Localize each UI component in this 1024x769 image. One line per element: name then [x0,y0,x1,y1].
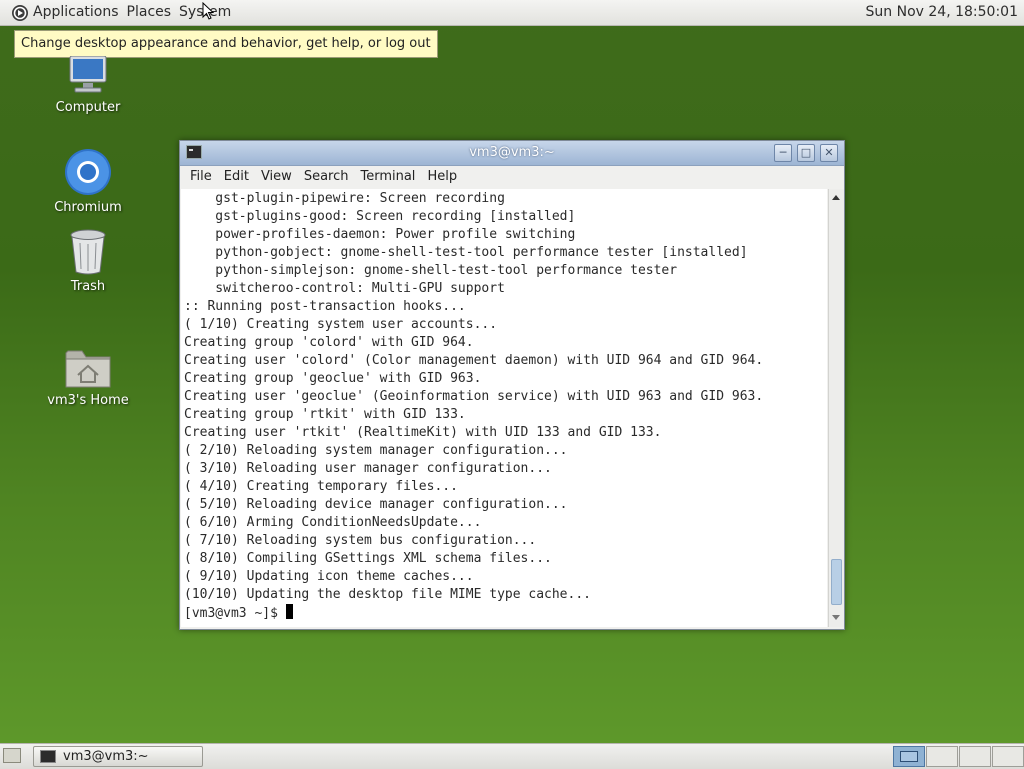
terminal-line: ( 9/10) Updating icon theme caches... [184,569,474,584]
applications-menu-label: Applications [33,4,119,20]
desktop-icon-label: Trash [70,279,106,294]
distro-logo-icon [12,4,28,21]
terminal-line: (10/10) Updating the desktop file MIME t… [184,587,591,602]
close-button[interactable]: ✕ [820,144,838,162]
desktop-icon-trash[interactable]: Trash [33,229,143,294]
terminal-prompt: [vm3@vm3 ~]$ [184,606,286,621]
taskbar-button-terminal[interactable]: vm3@vm3:~ [33,746,203,767]
terminal-line: ( 5/10) Reloading device manager configu… [184,497,568,512]
terminal-output[interactable]: gst-plugin-pipewire: Screen recording gs… [181,189,827,627]
chromium-icon [65,149,111,195]
terminal-icon [40,750,56,763]
workspace-4[interactable] [992,746,1024,767]
taskbar-button-label: vm3@vm3:~ [63,749,149,764]
terminal-text: gst-plugin-pipewire: Screen recording gs… [181,189,827,623]
terminal-line: switcheroo-control: Multi-GPU support [184,281,505,296]
window-title: vm3@vm3:~ [469,145,555,160]
terminal-line: gst-plugins-good: Screen recording [inst… [184,209,576,224]
terminal-line: gst-plugin-pipewire: Screen recording [184,191,505,206]
terminal-line: ( 1/10) Creating system user accounts... [184,317,498,332]
places-menu[interactable]: Places [123,0,176,25]
menu-file[interactable]: File [184,166,218,188]
desktop-icon-label: Chromium [54,200,122,215]
terminal-line: Creating user 'rtkit' (RealtimeKit) with… [184,425,662,440]
scroll-down-arrow-icon[interactable] [832,615,840,620]
window-titlebar[interactable]: vm3@vm3:~ ─ □ ✕ [180,141,844,166]
terminal-line: Creating user 'colord' (Color management… [184,353,764,368]
terminal-menubar: File Edit View Search Terminal Help [180,166,844,188]
terminal-line: power-profiles-daemon: Power profile swi… [184,227,576,242]
places-menu-label: Places [126,4,172,20]
scroll-up-arrow-icon[interactable] [832,195,840,200]
terminal-line: Creating user 'geoclue' (Geoinformation … [184,389,764,404]
terminal-line: ( 7/10) Reloading system bus configurati… [184,533,537,548]
terminal-scrollbar[interactable] [828,189,844,627]
terminal-window[interactable]: vm3@vm3:~ ─ □ ✕ File Edit View Search Te… [179,140,845,630]
terminal-line: :: Running post-transaction hooks... [184,299,466,314]
menu-terminal[interactable]: Terminal [354,166,421,188]
workspace-2[interactable] [926,746,958,767]
bottom-panel: vm3@vm3:~ [0,743,1024,769]
desktop-icon-computer[interactable]: Computer [33,56,143,115]
trash-icon [70,229,106,275]
top-panel: Applications Places System Sun Nov 24, 1… [0,0,1024,26]
terminal-line: Creating group 'colord' with GID 964. [184,335,474,350]
home-folder-icon [65,350,111,388]
desktop-icon-label: vm3's Home [47,393,129,408]
menu-help[interactable]: Help [421,166,463,188]
desktop-icon-label: Computer [55,100,121,115]
scrollbar-thumb[interactable] [831,559,842,605]
panel-clock[interactable]: Sun Nov 24, 18:50:01 [866,0,1018,25]
desktop-icon-chromium[interactable]: Chromium [33,148,143,215]
mouse-pointer-icon [202,2,214,20]
terminal-line: python-simplejson: gnome-shell-test-tool… [184,263,678,278]
terminal-line: ( 2/10) Reloading system manager configu… [184,443,568,458]
terminal-line: Creating group 'geoclue' with GID 963. [184,371,482,386]
menu-view[interactable]: View [255,166,298,188]
terminal-line: ( 6/10) Arming ConditionNeedsUpdate... [184,515,482,530]
text-cursor [285,604,293,619]
applications-menu[interactable]: Applications [0,0,123,25]
maximize-button[interactable]: □ [797,144,815,162]
terminal-line: ( 4/10) Creating temporary files... [184,479,458,494]
terminal-line: ( 3/10) Reloading user manager configura… [184,461,552,476]
terminal-line: Creating group 'rtkit' with GID 133. [184,407,466,422]
workspace-1[interactable] [893,746,925,767]
computer-icon [69,56,107,93]
terminal-line: python-gobject: gnome-shell-test-tool pe… [184,245,748,260]
terminal-line: ( 8/10) Compiling GSettings XML schema f… [184,551,552,566]
menu-search[interactable]: Search [298,166,355,188]
menu-edit[interactable]: Edit [218,166,255,188]
minimize-button[interactable]: ─ [774,144,792,162]
system-menu-tooltip: Change desktop appearance and behavior, … [14,30,438,58]
show-desktop-icon[interactable] [3,748,21,763]
workspace-3[interactable] [959,746,991,767]
desktop-icon-home[interactable]: vm3's Home [33,347,143,408]
